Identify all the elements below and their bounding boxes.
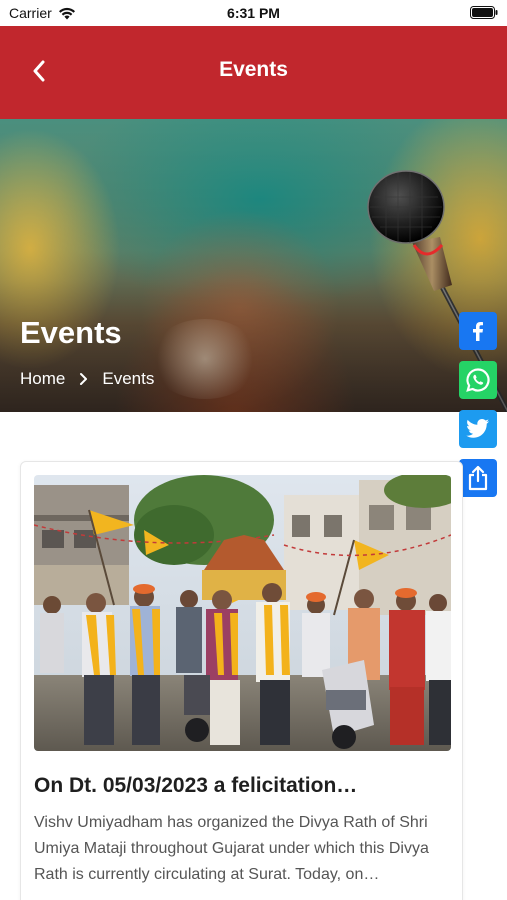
event-description: Vishv Umiyadham has organized the Divya … [34,814,429,883]
event-photo[interactable] [34,475,451,751]
nav-bar: Events [0,26,507,119]
twitter-share-button[interactable] [459,410,497,448]
twitter-icon [466,419,489,438]
hero-banner: Events Home Events [0,119,507,412]
status-time: 6:31 PM [227,5,280,21]
status-bar: Carrier 6:31 PM [0,0,507,26]
nav-title: Events [219,58,288,81]
breadcrumb-home-link[interactable]: Home [20,369,65,389]
status-right [470,6,498,24]
event-card[interactable]: On Dt. 05/03/2023 a felicitation… Vishv … [20,461,463,900]
whatsapp-share-button[interactable] [459,361,497,399]
facebook-icon [473,322,483,341]
share-button[interactable] [459,459,497,497]
whatsapp-icon [466,368,490,392]
breadcrumb-current: Events [102,369,155,388]
chevron-right-icon [80,373,88,385]
battery-icon [470,6,498,19]
hero-title: Events [20,315,122,350]
event-title[interactable]: On Dt. 05/03/2023 a felicitation… [34,774,454,798]
share-icon [468,465,488,491]
facebook-share-button[interactable] [459,312,497,350]
breadcrumb: Home Events [20,369,154,389]
